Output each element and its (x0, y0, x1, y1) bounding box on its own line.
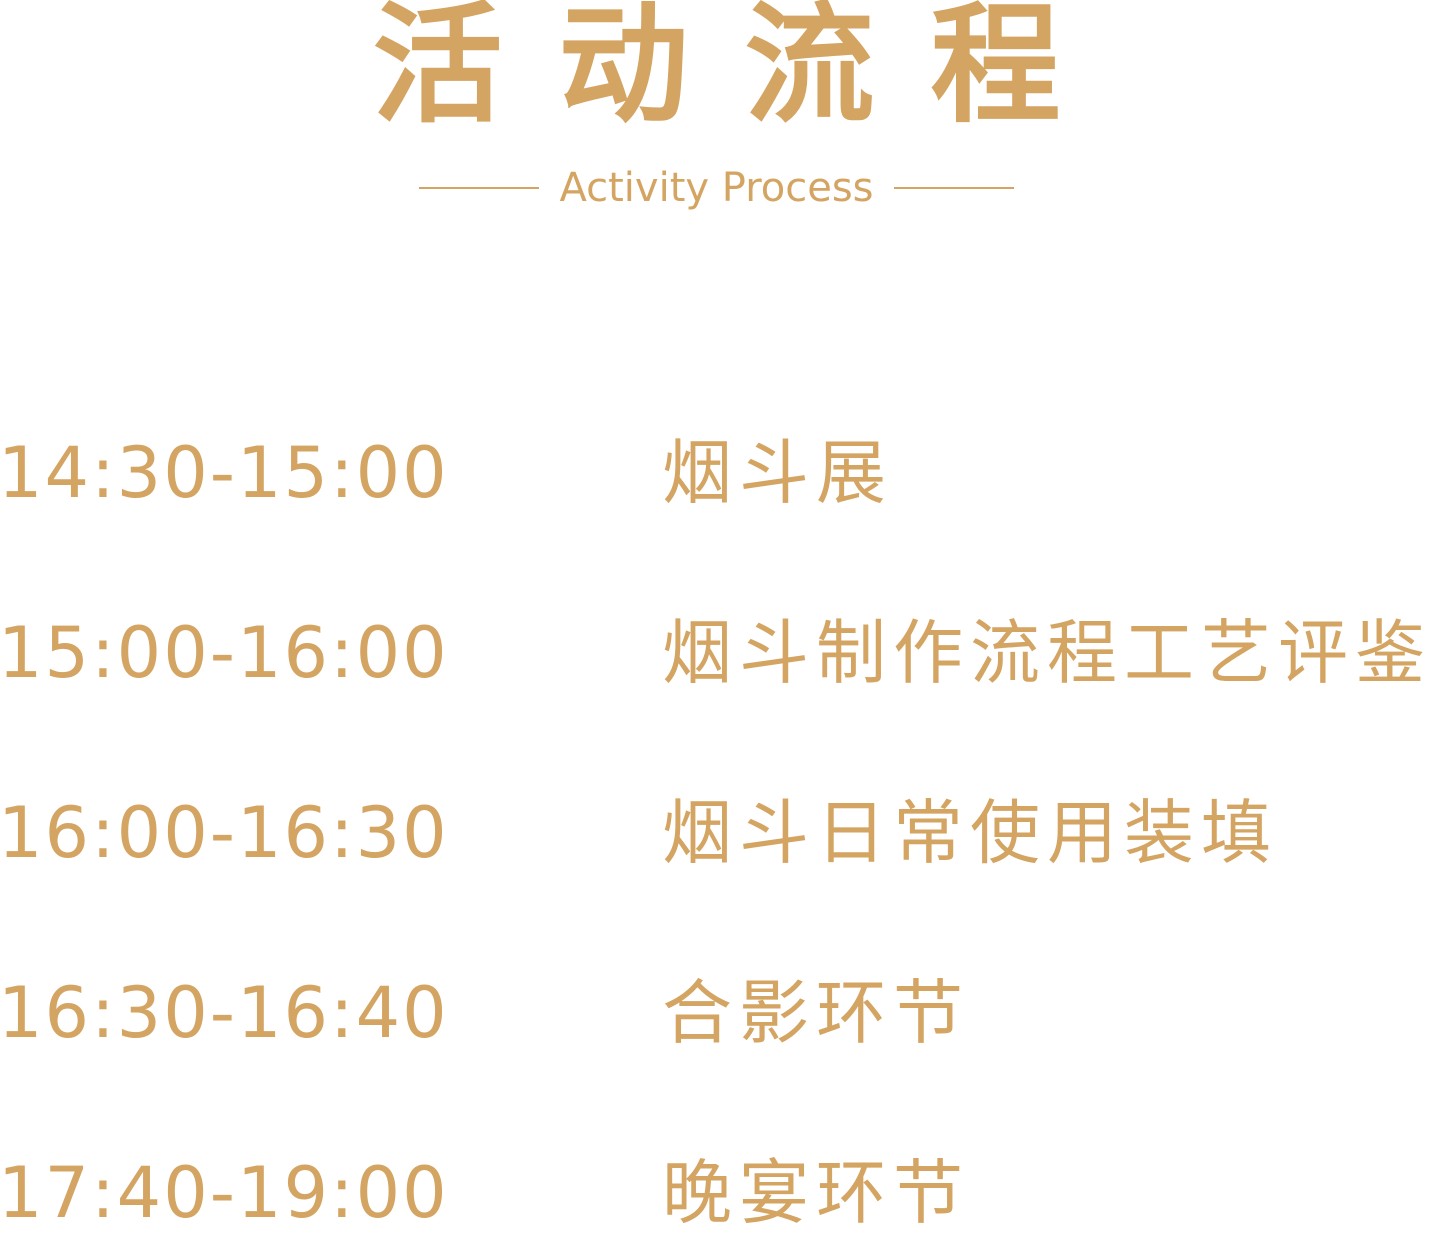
schedule-list: 14:30-15:00 烟斗展 15:00-16:00 烟斗制作流程工艺评鉴 1… (0, 0, 1433, 1233)
schedule-row: 14:30-15:00 烟斗展 (0, 433, 1433, 513)
schedule-event: 烟斗制作流程工艺评鉴 (662, 612, 1432, 694)
schedule-time: 15:00-16:00 (0, 612, 449, 694)
schedule-event: 烟斗展 (662, 432, 893, 514)
schedule-time: 17:40-19:00 (0, 1152, 449, 1234)
schedule-event: 合影环节 (662, 972, 970, 1054)
schedule-row: 15:00-16:00 烟斗制作流程工艺评鉴 (0, 613, 1433, 693)
schedule-row: 16:00-16:30 烟斗日常使用装填 (0, 793, 1433, 873)
schedule-time: 16:30-16:40 (0, 972, 449, 1054)
schedule-row: 17:40-19:00 晚宴环节 (0, 1153, 1433, 1233)
schedule-event: 烟斗日常使用装填 (662, 792, 1278, 874)
schedule-row: 16:30-16:40 合影环节 (0, 973, 1433, 1053)
schedule-event: 晚宴环节 (662, 1152, 970, 1234)
schedule-time: 14:30-15:00 (0, 432, 449, 514)
schedule-time: 16:00-16:30 (0, 792, 449, 874)
